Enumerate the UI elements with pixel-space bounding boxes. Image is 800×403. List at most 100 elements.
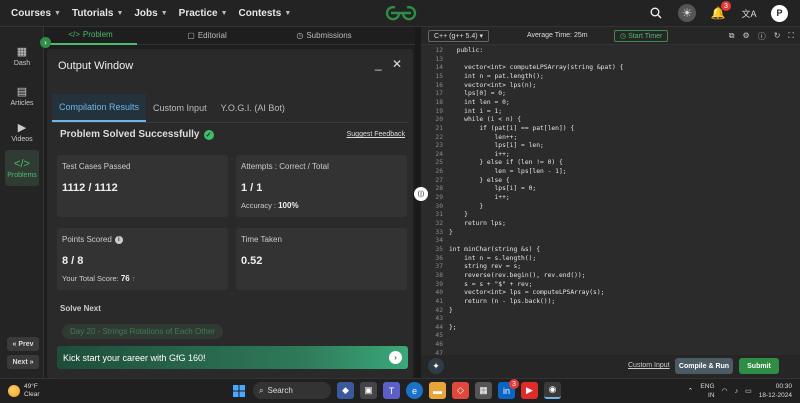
system-clock[interactable]: 00:30 18-12-2024 — [759, 382, 792, 400]
attempts-label: Attempts : Correct / Total — [241, 162, 329, 171]
copilot-icon[interactable]: ◆ — [337, 382, 354, 399]
code-line[interactable]: 23 lps[i] = len; — [421, 142, 800, 151]
code-line[interactable]: 24 i++; — [421, 151, 800, 160]
code-line[interactable]: 42} — [421, 307, 800, 316]
settings-icon[interactable]: ⚙ — [743, 31, 750, 42]
code-line[interactable]: 27 } else { — [421, 177, 800, 186]
close-icon[interactable]: ✕ — [392, 57, 402, 71]
code-line[interactable]: 20 while (i < n) { — [421, 116, 800, 125]
code-line[interactable]: 17 lps[0] = 0; — [421, 90, 800, 99]
code-line[interactable]: 45 — [421, 332, 800, 341]
tab-submissions[interactable]: ◷ Submissions — [277, 27, 371, 45]
arrow-right-icon[interactable]: › — [389, 351, 402, 364]
reset-icon[interactable]: ↻ — [774, 31, 781, 42]
code-line[interactable]: 32 return lps; — [421, 220, 800, 229]
copy-icon[interactable]: ⧉ — [729, 31, 735, 42]
nav-tutorials[interactable]: Tutorials ▼ — [72, 8, 123, 19]
language-select[interactable]: C++ (g++ 5.4) ▾ — [428, 30, 490, 42]
edge-icon[interactable]: e — [406, 382, 423, 399]
theme-toggle-icon[interactable]: ☀ — [678, 4, 696, 22]
windows-start-icon[interactable] — [230, 382, 247, 399]
avatar[interactable]: P — [771, 4, 788, 22]
code-line[interactable]: 46 — [421, 341, 800, 350]
nav-practice[interactable]: Practice ▼ — [179, 8, 228, 19]
code-line[interactable]: 38 reverse(rev.begin(), rev.end()); — [421, 272, 800, 281]
volume-icon[interactable]: ♪ — [735, 388, 739, 395]
code-line[interactable]: 36 int n = s.length(); — [421, 255, 800, 264]
gfg-logo[interactable] — [385, 4, 417, 22]
battery-icon[interactable]: ▭ — [745, 387, 752, 395]
nav-jobs[interactable]: Jobs ▼ — [134, 8, 167, 19]
resize-handle-icon[interactable]: ⟨|⟩ — [414, 187, 428, 201]
weather-widget[interactable]: 49°F Clear — [8, 383, 40, 399]
code-line[interactable]: 29 i++; — [421, 194, 800, 203]
info-circle-icon[interactable]: ⓘ — [758, 31, 766, 42]
code-line[interactable]: 40 vector<int> lps = computeLPSArray(s); — [421, 289, 800, 298]
code-line[interactable]: 43 — [421, 315, 800, 324]
next-problem-link[interactable]: Day 20 - Strings Rotations of Each Other — [62, 324, 223, 339]
translate-icon[interactable]: 文A — [740, 4, 758, 22]
code-line[interactable]: 25 } else if (len != 0) { — [421, 159, 800, 168]
nav-contests[interactable]: Contests ▼ — [239, 8, 292, 19]
task-view-icon[interactable]: ▣ — [360, 382, 377, 399]
search-icon[interactable] — [647, 4, 665, 22]
store-icon[interactable]: ▦ — [475, 382, 492, 399]
code-line[interactable]: 26 len = lps[len - 1]; — [421, 168, 800, 177]
line-number: 46 — [435, 341, 443, 349]
ai-assistant-icon[interactable]: ✦ — [428, 358, 444, 374]
code-line[interactable]: 12 public: — [421, 47, 800, 56]
code-line[interactable]: 22 len++; — [421, 134, 800, 143]
code-line[interactable]: 34 — [421, 237, 800, 246]
code-line[interactable]: 21 if (pat[i] == pat[len]) { — [421, 125, 800, 134]
taskbar-search[interactable]: ⌕ Search — [253, 382, 331, 399]
compile-run-button[interactable]: Compile & Run — [675, 358, 733, 374]
next-button[interactable]: Next » — [7, 355, 39, 369]
language-indicator[interactable]: ENG IN — [700, 382, 714, 400]
sidebar-item-videos[interactable]: ▶ Videos — [5, 115, 39, 149]
info-icon[interactable]: i — [114, 235, 123, 244]
brave-icon[interactable]: ◇ — [452, 382, 469, 399]
code-line[interactable]: 28 lps[i] = 0; — [421, 185, 800, 194]
youtube-icon[interactable]: ▶ — [521, 382, 538, 399]
chevron-up-icon[interactable]: ⌃ — [688, 387, 694, 395]
code-line[interactable]: 41 return (n - lps.back()); — [421, 298, 800, 307]
custom-input-link[interactable]: Custom Input — [628, 362, 670, 369]
tab-yogi-ai-bot[interactable]: Y.O.G.I. (AI Bot) — [214, 94, 292, 122]
code-line[interactable]: 15 int n = pat.length(); — [421, 73, 800, 82]
bell-icon[interactable]: 🔔 3 — [709, 1, 731, 22]
expand-sidebar-icon[interactable]: › — [40, 37, 51, 48]
tab-compilation-results[interactable]: Compilation Results — [52, 94, 147, 122]
code-line[interactable]: 16 vector<int> lps(n); — [421, 82, 800, 91]
file-explorer-icon[interactable]: ▬ — [429, 382, 446, 399]
code-line[interactable]: 30 } — [421, 203, 800, 212]
chrome-icon[interactable]: ◉ — [544, 382, 561, 399]
tab-editorial[interactable]: ▢ Editorial — [137, 27, 277, 45]
code-line[interactable]: 18 int len = 0; — [421, 99, 800, 108]
code-line[interactable]: 14 vector<int> computeLPSArray(string &p… — [421, 64, 800, 73]
wifi-icon[interactable]: ◠ — [722, 387, 728, 395]
teams-icon[interactable]: T — [383, 382, 400, 399]
start-timer-button[interactable]: ◷ Start Timer — [614, 30, 669, 42]
suggest-feedback-link[interactable]: Suggest Feedback — [347, 131, 405, 138]
fullscreen-icon[interactable]: ⛶ — [788, 31, 794, 42]
code-line[interactable]: 37 string rev = s; — [421, 263, 800, 272]
sidebar-item-articles[interactable]: ▤ Articles — [5, 79, 39, 113]
sidebar-item-problems[interactable]: </> Problems — [5, 150, 39, 186]
code-line[interactable]: 44}; — [421, 324, 800, 333]
prev-button[interactable]: « Prev — [7, 337, 39, 351]
sidebar-item-dash[interactable]: ▦ Dash — [5, 39, 39, 73]
code-line[interactable]: 31 } — [421, 211, 800, 220]
tab-custom-input[interactable]: Custom Input — [146, 94, 214, 122]
code-line[interactable]: 33} — [421, 229, 800, 238]
code-line[interactable]: 39 s = s + "$" + rev; — [421, 281, 800, 290]
tab-problem[interactable]: </> Problem — [44, 27, 137, 45]
code-area[interactable]: 12 public: 13 14 vector<int> computeLPSArr… — [421, 45, 800, 355]
code-line[interactable]: 35 int minChar(string &s) { — [421, 246, 800, 255]
minimize-icon[interactable]: _ — [375, 57, 382, 71]
gfg160-banner[interactable]: Kick start your career with GfG 160! › — [57, 346, 408, 369]
linkedin-icon[interactable]: in 3 — [498, 379, 519, 399]
code-line[interactable]: 13 — [421, 56, 800, 65]
submit-button[interactable]: Submit — [739, 358, 779, 374]
code-line[interactable]: 19 int i = 1; — [421, 108, 800, 117]
nav-courses[interactable]: Courses ▼ — [11, 8, 61, 19]
